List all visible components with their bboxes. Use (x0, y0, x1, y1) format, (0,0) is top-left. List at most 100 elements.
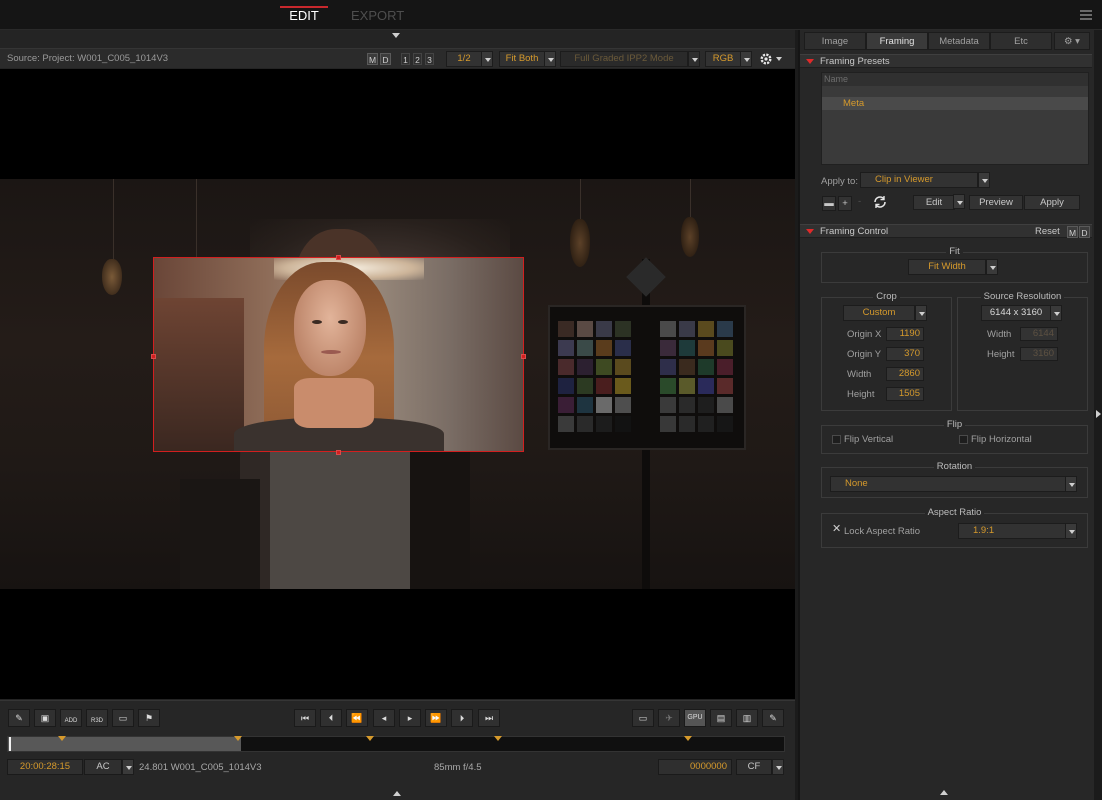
expand-bottom-icon[interactable] (393, 791, 401, 796)
fit-dropdown[interactable]: Fit Width (908, 259, 986, 275)
zoom-dropdown[interactable]: 1/2 (446, 51, 482, 67)
crop-height-field[interactable]: 1505 (886, 387, 924, 401)
expand-side-icon[interactable] (1096, 410, 1101, 418)
flip-horizontal-checkbox[interactable] (959, 435, 968, 444)
chevron-down-icon[interactable] (953, 194, 965, 209)
crop-handle-left[interactable] (151, 354, 156, 359)
crop-handle-right[interactable] (521, 354, 526, 359)
frame-guide-icon[interactable]: ▤ (710, 709, 732, 727)
reset-button[interactable]: Reset (1035, 226, 1060, 237)
monitor-icon[interactable]: ▭ (112, 709, 134, 727)
collapse-triangle-icon[interactable] (806, 59, 814, 64)
fit-mode-dropdown[interactable]: Fit Both (499, 51, 545, 67)
chevron-down-icon[interactable] (122, 759, 134, 775)
chevron-down-icon[interactable] (986, 259, 998, 275)
snapshot-add-button[interactable]: ADD (60, 709, 82, 727)
fast-forward-icon[interactable]: ⏩ (425, 709, 447, 727)
remove-preset-icon[interactable]: - (858, 196, 861, 207)
gpu-toggle-button[interactable]: GPU (684, 709, 706, 727)
tab-image[interactable]: Image (804, 32, 866, 50)
add-preset-icon[interactable]: + (838, 196, 852, 211)
tab-export[interactable]: EXPORT (351, 8, 404, 23)
rotation-dropdown[interactable]: None (830, 476, 1066, 492)
snapshot-icon[interactable]: ▣ (34, 709, 56, 727)
frame-count-field[interactable]: 0000000 (658, 759, 732, 775)
trim-icon[interactable]: ✎ (8, 709, 30, 727)
cf-mode-dropdown[interactable]: CF (736, 759, 772, 775)
previous-clip-icon[interactable]: ⏴ (320, 709, 342, 727)
lock-aspect-checkbox[interactable]: ✕ (832, 524, 841, 535)
channel-dropdown[interactable]: RGB (705, 51, 741, 67)
chevron-down-icon[interactable] (1050, 305, 1062, 321)
crop-mode-dropdown[interactable]: Custom (843, 305, 915, 321)
chevron-down-icon[interactable] (1065, 476, 1077, 492)
crop-width-field[interactable]: 2860 (886, 367, 924, 381)
gear-icon[interactable]: ⚙ ▾ (1054, 32, 1090, 50)
tab-metadata[interactable]: Metadata (928, 32, 990, 50)
rocket-icon[interactable]: ✈ (658, 709, 680, 727)
timeline-marker[interactable] (366, 736, 374, 741)
metadata-d-button[interactable]: D (1079, 226, 1090, 238)
view-3-button[interactable]: 3 (425, 53, 434, 65)
flag-icon[interactable]: ⚑ (138, 709, 160, 727)
preset-item[interactable]: Meta (822, 97, 1088, 110)
timeline-marker[interactable] (58, 736, 66, 741)
chevron-down-icon[interactable] (1065, 523, 1077, 539)
menu-icon[interactable] (1080, 10, 1092, 22)
pipeline-dropdown[interactable]: Full Graded IPP2 Mode (560, 51, 688, 67)
aspect-ratio-dropdown[interactable]: 1.9:1 (958, 523, 1066, 539)
collapse-toolbar-icon[interactable] (392, 33, 400, 38)
gear-icon[interactable] (759, 52, 773, 66)
chevron-down-icon[interactable] (688, 51, 700, 67)
next-clip-icon[interactable]: ⏵ (451, 709, 473, 727)
timeline-marker[interactable] (234, 736, 242, 741)
flip-vertical-checkbox[interactable] (832, 435, 841, 444)
view-2-button[interactable]: 2 (413, 53, 422, 65)
origin-x-field[interactable]: 1190 (886, 327, 924, 341)
edit-preset-button[interactable]: Edit (913, 195, 955, 210)
framing-control-header[interactable]: Framing Control Reset M D (800, 224, 1092, 238)
apply-to-dropdown[interactable]: Clip in Viewer (860, 172, 978, 188)
framing-presets-header[interactable]: Framing Presets (800, 54, 1092, 68)
timeline-marker[interactable] (684, 736, 692, 741)
video-viewport[interactable] (0, 69, 795, 699)
presets-list[interactable]: Name Meta (821, 72, 1089, 165)
timecode-field[interactable]: 20:00:28:15 (7, 759, 83, 775)
collapse-triangle-icon[interactable] (806, 229, 814, 234)
skip-start-icon[interactable]: ⏮ (294, 709, 316, 727)
snapshot-r3d-button[interactable]: R3D (86, 709, 108, 727)
gear-menu-chevron-icon[interactable] (776, 57, 782, 61)
crop-handle-bottom[interactable] (336, 450, 341, 455)
crop-selection-box[interactable] (153, 257, 524, 452)
timecode-mode-dropdown[interactable]: AC (84, 759, 122, 775)
display-icon[interactable]: ▭ (632, 709, 654, 727)
expand-bottom-icon[interactable] (940, 790, 948, 795)
metadata-m-button[interactable]: M (1067, 226, 1078, 238)
apply-button[interactable]: Apply (1024, 195, 1080, 210)
view-1-button[interactable]: 1 (401, 53, 410, 65)
edit-tool-icon[interactable]: ✎ (762, 709, 784, 727)
metadata-d-button[interactable]: D (380, 53, 391, 65)
chevron-down-icon[interactable] (740, 51, 752, 67)
preview-button[interactable]: Preview (969, 195, 1023, 210)
crop-handle-top[interactable] (336, 255, 341, 260)
ruler-icon[interactable]: ▥ (736, 709, 758, 727)
play-icon[interactable]: ▸ (399, 709, 421, 727)
metadata-m-button[interactable]: M (367, 53, 378, 65)
step-back-icon[interactable]: ◂ (373, 709, 395, 727)
chevron-down-icon[interactable] (481, 51, 493, 67)
rewind-icon[interactable]: ⏪ (346, 709, 368, 727)
tab-edit[interactable]: EDIT (280, 6, 328, 23)
timeline-scrubber[interactable] (7, 736, 785, 752)
chevron-down-icon[interactable] (544, 51, 556, 67)
refresh-icon[interactable] (872, 194, 888, 210)
chevron-down-icon[interactable] (772, 759, 784, 775)
tab-framing[interactable]: Framing (866, 32, 928, 50)
folder-icon[interactable]: ▬ (822, 196, 836, 211)
skip-end-icon[interactable]: ⏭ (478, 709, 500, 727)
timeline-marker[interactable] (494, 736, 502, 741)
source-resolution-dropdown[interactable]: 6144 x 3160 (981, 305, 1051, 321)
playhead[interactable] (9, 737, 11, 751)
origin-y-field[interactable]: 370 (886, 347, 924, 361)
chevron-down-icon[interactable] (978, 172, 990, 188)
